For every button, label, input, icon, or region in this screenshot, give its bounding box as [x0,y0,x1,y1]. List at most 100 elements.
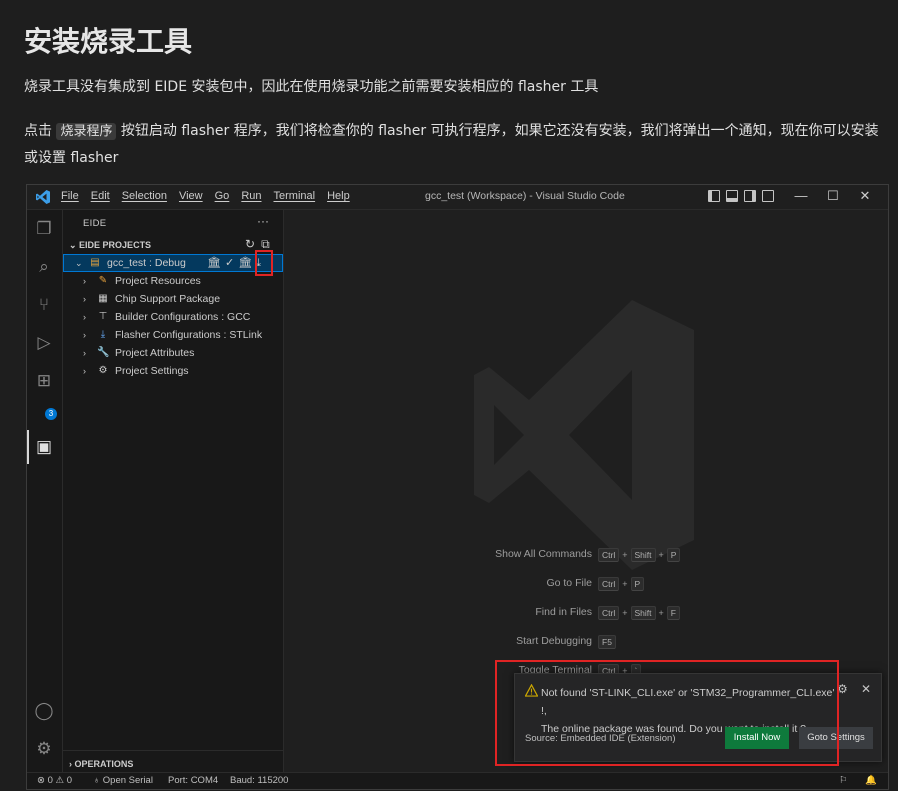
shortcut-label: Show All Commands [495,548,592,560]
key: F5 [598,635,616,649]
account-icon[interactable]: ◯ [33,700,55,722]
extensions-icon[interactable]: ⊞ [33,370,55,392]
eide-sidebar: EIDE ··· ⌄ EIDE PROJECTS ↻ ⧉ ⌄ ▤ gcc_tes… [63,210,284,773]
hammer-icon: ⊤ [98,311,108,322]
vscode-watermark-icon [474,300,694,570]
menu-go[interactable]: Go [215,190,230,202]
highlight-box-notification [495,660,839,766]
menu-selection[interactable]: Selection [122,190,167,202]
shortcut-label: Go to File [546,577,592,589]
chevron-right-icon: › [83,366,86,376]
sidebar-title: EIDE [83,218,107,229]
activity-bar: ❐ ⌕ ⑂ ▷ ⊞ 3 ▣ ◯ ⚙ [27,210,63,773]
eide-chip-icon[interactable]: ▣ [33,436,55,458]
menu-view[interactable]: View [179,190,203,202]
key: Ctrl [598,548,620,562]
tree-item-label: Flasher Configurations : STLink [115,329,263,341]
refresh-icon[interactable]: ↻ [245,237,255,252]
operations-label: OPERATIONS [74,759,134,769]
customize-layout-icon[interactable] [762,190,774,202]
key: Ctrl [598,577,620,591]
explorer-icon[interactable]: ❐ [33,218,55,240]
menu-terminal[interactable]: Terminal [274,190,316,202]
chevron-down-icon: ⌄ [75,258,83,268]
project-row[interactable]: ⌄ ▤ gcc_test : Debug 🏛 ✓ 🏛 ⤓ [63,254,283,272]
project-icon: ▤ [90,257,100,268]
chevron-right-icon: › [83,330,86,340]
vscode-logo-icon [36,190,50,204]
source-control-icon[interactable]: ⑂ [33,294,55,316]
toggle-primary-sidebar-icon[interactable] [708,190,720,202]
shortcut-find-in-files: Find in Files Ctrl + Shift + F [284,606,888,622]
shortcut-keys: Ctrl + P [598,577,645,591]
title-bar: File Edit Selection View Go Run Terminal… [27,185,888,210]
run-debug-icon[interactable]: ▷ [33,332,55,354]
extensions-badge: 3 [45,408,57,420]
tree-item[interactable]: › ▦ Chip Support Package [63,290,283,308]
wrench-icon: 🔧 [97,347,110,358]
menu-edit[interactable]: Edit [91,190,110,202]
para-prefix: 点击 [24,123,57,139]
open-serial-status[interactable]: ♁ Open Serial [93,773,153,789]
title-bar-controls: — ☐ ✕ [708,188,878,204]
project-actions: 🏛 ✓ 🏛 ⤓ [207,254,261,272]
window-title: gcc_test (Workspace) - Visual Studio Cod… [425,190,625,202]
baud-status[interactable]: Baud: 115200 [230,773,288,789]
search-icon[interactable]: ⌕ [33,256,55,278]
key: Shift [630,548,656,562]
minimize-button[interactable]: — [788,188,814,204]
shortcut-label: Find in Files [535,606,592,618]
warning-small-icon: ⚠ [55,775,65,786]
active-indicator [27,430,29,464]
flasher-icon: ⤓ [100,329,106,340]
warning-count: 0 [66,775,73,786]
divider [63,750,283,751]
operations-header[interactable]: › OPERATIONS [69,759,133,769]
tree-item[interactable]: › ⚙ Project Settings [63,362,283,380]
error-icon: ⊗ [37,775,45,786]
build-icon[interactable]: 🏛 [207,254,221,272]
resources-icon: ✎ [98,275,108,286]
section-header[interactable]: ⌄ EIDE PROJECTS [69,240,151,251]
menu-help[interactable]: Help [327,190,350,202]
tree-item[interactable]: › ⤓ Flasher Configurations : STLink [63,326,283,344]
chip-icon: ▦ [98,293,108,304]
key: F [666,606,680,620]
tree-item[interactable]: › ✎ Project Resources [63,272,283,290]
inline-code: 烧录程序 [56,123,117,140]
toggle-panel-icon[interactable] [726,190,738,202]
tree-item-label: Project Attributes [115,347,195,359]
menu-bar: File Edit Selection View Go Run Terminal… [61,190,350,202]
menu-file[interactable]: File [61,190,79,202]
key: P [630,577,645,591]
more-actions-icon[interactable]: ··· [257,214,269,228]
intro-paragraph: 烧录工具没有集成到 EIDE 安装包中，因此在使用烧录功能之前需要安装相应的 f… [24,79,599,95]
port-status[interactable]: Port: COM4 [168,773,218,789]
menu-run[interactable]: Run [241,190,261,202]
project-label: gcc_test : Debug [107,257,186,269]
notification-close-icon[interactable]: ✕ [861,682,871,696]
close-button[interactable]: ✕ [852,188,878,204]
error-count: 0 [47,775,53,786]
shortcut-keys: Ctrl + Shift + F [598,606,680,620]
tree-item-label: Project Settings [115,365,189,377]
shortcut-start-debugging: Start Debugging F5 [284,635,888,651]
shortcut-keys: Ctrl + Shift + P [598,548,681,562]
tree-item-label: Builder Configurations : GCC [115,311,251,323]
problems-status[interactable]: ⊗ 0 ⚠ 0 [37,773,72,789]
manage-gear-icon[interactable]: ⚙ [33,738,55,760]
tree-item-label: Chip Support Package [115,293,221,305]
maximize-button[interactable]: ☐ [820,188,846,204]
tree-item[interactable]: › 🔧 Project Attributes [63,344,283,362]
rebuild-icon[interactable]: 🏛 [238,254,252,272]
status-bar: ⊗ 0 ⚠ 0 ♁ Open Serial Port: COM4 Baud: 1… [27,772,888,789]
key: Shift [630,606,656,620]
plug-icon: ♁ [93,775,101,786]
clean-icon[interactable]: ✓ [225,254,234,272]
notifications-bell-icon[interactable]: 🔔 [865,773,877,789]
tree-item[interactable]: › ⊤ Builder Configurations : GCC [63,308,283,326]
toggle-secondary-sidebar-icon[interactable] [744,190,756,202]
section-title: EIDE PROJECTS [79,240,152,250]
feedback-icon[interactable]: ⚐ [839,773,848,789]
highlight-box-flash-button [255,250,273,276]
